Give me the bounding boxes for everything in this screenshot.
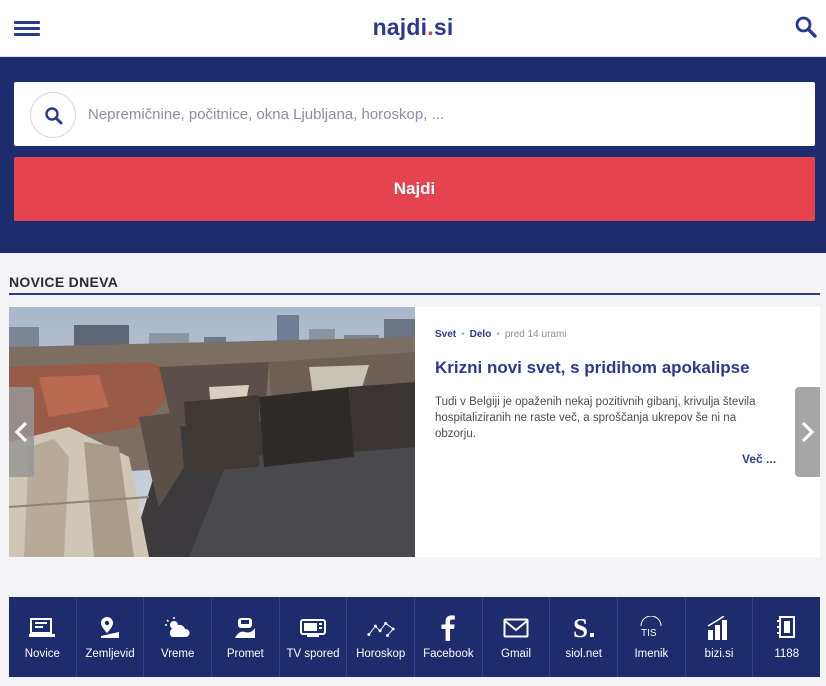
news-image[interactable] xyxy=(9,307,415,557)
logo-tld: si xyxy=(433,14,454,40)
quicklink-facebook[interactable]: Facebook xyxy=(415,597,483,677)
siol-icon: S xyxy=(570,615,598,641)
constellation-icon xyxy=(367,615,395,641)
quicklink-gmail[interactable]: Gmail xyxy=(483,597,551,677)
news-summary: Tudi v Belgiji je opaženih nekaj pozitiv… xyxy=(435,396,756,440)
quicklink-label: Gmail xyxy=(501,648,532,660)
car-icon xyxy=(231,615,259,641)
section-divider xyxy=(9,293,820,295)
news-meta: Svet • Delo • pred 14 urami xyxy=(435,329,567,340)
search-button[interactable]: Najdi xyxy=(14,157,815,221)
news-headline[interactable]: Krizni novi svet, s pridihom apokalipse xyxy=(435,358,805,378)
search-section: Najdi xyxy=(0,57,826,253)
quicklink-bizi[interactable]: bizi.si xyxy=(686,597,754,677)
quicklink-zemljevid[interactable]: Zemljevid xyxy=(77,597,145,677)
quicklink-novice[interactable]: Novice xyxy=(9,597,77,677)
quicklink-label: Horoskop xyxy=(356,648,406,660)
phonebook-icon xyxy=(773,615,801,641)
quicklink-1188[interactable]: 1188 xyxy=(753,597,820,677)
news-source[interactable]: Delo xyxy=(470,329,492,340)
quicklink-label: Facebook xyxy=(423,648,474,660)
weather-icon xyxy=(164,615,192,641)
newspaper-icon xyxy=(28,615,56,641)
svg-text:TIS: TIS xyxy=(641,628,657,639)
quicklink-label: Novice xyxy=(24,648,60,660)
site-logo[interactable]: najdi.si xyxy=(0,14,826,41)
quicklink-label: Zemljevid xyxy=(85,648,135,660)
chart-icon xyxy=(705,615,733,641)
quicklink-vreme[interactable]: Vreme xyxy=(144,597,213,677)
quicklink-label: bizi.si xyxy=(704,648,734,660)
chevron-right-icon xyxy=(801,421,815,443)
news-time: pred 14 urami xyxy=(504,329,567,340)
quicklink-label: Vreme xyxy=(160,648,195,660)
quick-links-bar: Novice Zemljevid Vreme Promet TV spored … xyxy=(9,597,820,677)
map-pin-icon xyxy=(96,615,124,641)
search-input[interactable] xyxy=(88,96,788,132)
quicklink-horoskop[interactable]: Horoskop xyxy=(347,597,416,677)
news-category[interactable]: Svet xyxy=(435,329,456,340)
tv-icon xyxy=(299,615,327,641)
quicklink-label: Imenik xyxy=(634,648,669,660)
svg-text:S: S xyxy=(573,615,588,641)
top-header: najdi.si xyxy=(0,0,826,57)
search-field-icon xyxy=(30,92,76,138)
news-card: Svet • Delo • pred 14 urami Krizni novi svet… xyxy=(9,307,820,557)
carousel-prev-button[interactable] xyxy=(9,387,34,477)
quicklink-label: siol.net xyxy=(565,648,602,660)
logo-dot: . xyxy=(427,14,434,40)
logo-text: najdi xyxy=(372,14,428,40)
facebook-icon xyxy=(434,615,462,641)
quicklink-label: Promet xyxy=(226,648,264,660)
quicklink-label: TV spored xyxy=(286,648,340,660)
search-box xyxy=(14,82,815,146)
meta-separator: • xyxy=(496,329,500,340)
chevron-left-icon xyxy=(14,421,28,443)
quicklink-imenik[interactable]: TIS Imenik xyxy=(618,597,686,677)
meta-separator: • xyxy=(461,329,465,340)
search-icon[interactable] xyxy=(794,15,818,39)
quicklink-label: 1188 xyxy=(774,648,800,660)
carousel-next-button[interactable] xyxy=(795,387,820,477)
tis-icon: TIS xyxy=(637,615,665,641)
quicklink-siol[interactable]: S siol.net xyxy=(550,597,619,677)
quicklink-tv-spored[interactable]: TV spored xyxy=(280,597,348,677)
section-title: NOVICE DNEVA xyxy=(9,274,119,290)
mail-icon xyxy=(502,615,530,641)
quicklink-promet[interactable]: Promet xyxy=(212,597,280,677)
read-more-link[interactable]: Več ... xyxy=(742,452,776,466)
